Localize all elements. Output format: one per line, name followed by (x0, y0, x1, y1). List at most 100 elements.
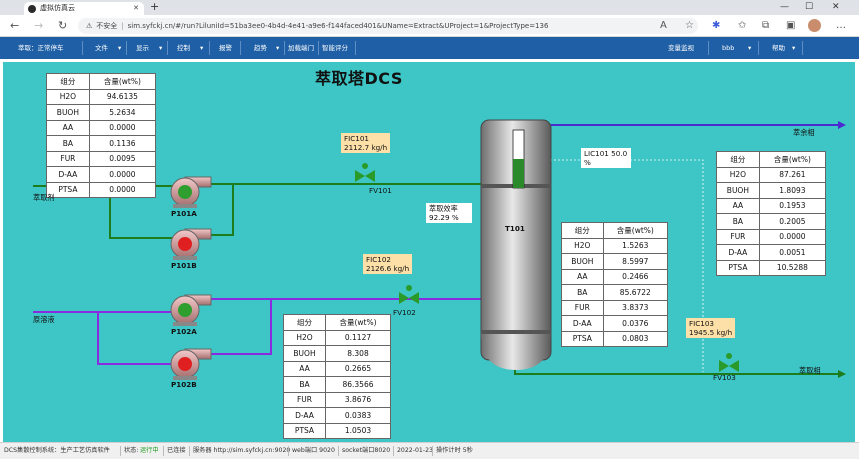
fic101-tag: FIC101 (344, 134, 369, 143)
value-cell: 0.0376 (602, 315, 669, 332)
component-cell: H2O (46, 88, 90, 105)
favorite-star-icon[interactable]: ☆ (685, 19, 694, 33)
table-header: 组分 含量(wt%) (561, 222, 669, 239)
table-row: AA 0.0000 (46, 119, 157, 136)
component-cell: D-AA (283, 407, 326, 424)
more-menu-icon[interactable]: … (836, 19, 846, 33)
favorites-icon[interactable]: ✩ (738, 19, 746, 33)
process-diagram: 萃取塔DCS 组分 含量(wt%) H2O 94.6135 BUOH 5.2634 A… (3, 62, 855, 442)
pump-p102b-label[interactable]: P102B (171, 380, 197, 389)
valve-fv103-label[interactable]: FV103 (713, 373, 736, 382)
component-cell: D-AA (716, 244, 760, 261)
socket-port: socket端口8020 (342, 447, 391, 454)
component-cell: H2O (283, 329, 326, 346)
forward-icon[interactable]: → (34, 18, 43, 34)
value-cell: 0.0803 (602, 330, 669, 347)
state-value: 运行中 (140, 447, 159, 454)
lic101-controller[interactable]: LIC101 50.0 % (581, 148, 631, 168)
minimize-icon[interactable]: — (780, 0, 789, 14)
menu-trend[interactable]: 趋势 (254, 37, 267, 59)
menu-alarm[interactable]: 报警 (219, 37, 232, 59)
fic102-tag: FIC102 (366, 255, 391, 264)
dropdown-arrow-icon: ▾ (118, 44, 122, 52)
menu-scoring[interactable]: 智能评分 (322, 37, 348, 59)
menu-file[interactable]: 文件 (95, 37, 108, 59)
component-cell: PTSA (283, 422, 326, 439)
component-cell: AA (46, 119, 90, 136)
extract-stream-label: 萃取相 (799, 366, 821, 375)
component-cell: BA (46, 135, 90, 152)
valve-fv102-label[interactable]: FV102 (393, 308, 416, 317)
table-row: BUOH 5.2634 (46, 104, 157, 121)
maximize-icon[interactable]: ☐ (805, 0, 813, 14)
pump-p101a-label[interactable]: P101A (171, 209, 197, 218)
value-cell: 94.6135 (88, 88, 157, 105)
pump-p102a-label[interactable]: P102A (171, 327, 197, 336)
read-aloud-icon[interactable]: A (660, 19, 667, 33)
value-cell: 0.0000 (88, 181, 157, 198)
table-row: H2O 94.6135 (46, 88, 157, 105)
value-cell: 0.1953 (758, 197, 827, 214)
extension-icon[interactable]: ✱ (712, 19, 720, 33)
fic103-controller[interactable]: FIC103 1945.5 kg/h (686, 318, 736, 338)
fic101-unit: kg/h (371, 143, 388, 152)
header-content: 含量(wt%) (602, 222, 669, 239)
address-bar: ← → ↻ ⚠ 不安全 | sim.syfckj.cn/#/run?LiluniId=… (0, 15, 859, 37)
pump-p101b-label[interactable]: P101B (171, 261, 197, 270)
component-cell: D-AA (561, 315, 604, 332)
value-cell: 3.8676 (325, 391, 391, 408)
solvent-stream-label: 萃取剂 (33, 193, 55, 202)
reload-icon[interactable]: ↻ (58, 18, 67, 34)
table-row: BUOH 8.308 (283, 345, 391, 362)
fic103-unit: kg/h (716, 328, 733, 337)
split-screen-icon[interactable]: ▣ (786, 19, 795, 33)
menu-variable-watch[interactable]: 变量监视 (668, 37, 694, 59)
state-label: 状态: (124, 447, 139, 454)
table-row: H2O 87.261 (716, 166, 827, 183)
table-row: FUR 0.0095 (46, 150, 157, 167)
pump-p101a-icon (170, 176, 212, 208)
valve-fv101-label[interactable]: FV101 (369, 186, 392, 195)
menu-control[interactable]: 控制 (177, 37, 190, 59)
menu-display[interactable]: 显示 (136, 37, 149, 59)
new-tab-icon[interactable]: + (150, 0, 159, 14)
table-row: PTSA 0.0803 (561, 330, 669, 347)
value-cell: 8.308 (325, 345, 391, 362)
url-field[interactable]: ⚠ 不安全 | sim.syfckj.cn/#/run?LiluniId=51ba3e… (78, 18, 698, 34)
table-row: BA 85.6722 (561, 284, 669, 301)
component-cell: BA (283, 376, 326, 393)
value-cell: 8.5997 (602, 253, 669, 270)
pump-p102b-icon (170, 348, 212, 380)
table-header: 组分 含量(wt%) (716, 151, 827, 168)
value-cell: 1.5263 (602, 237, 669, 254)
component-cell: H2O (716, 166, 760, 183)
fic101-controller[interactable]: FIC101 2112.7 kg/h (341, 133, 391, 153)
browser-tab[interactable]: 虚拟仿真云 ✕ (24, 2, 144, 15)
value-cell: 0.0383 (325, 407, 391, 424)
pump-p102a-icon (170, 294, 212, 326)
table-row: D-AA 0.0376 (561, 315, 669, 332)
run-status: 萃取：正常停车 (18, 44, 64, 52)
close-tab-icon[interactable]: ✕ (133, 2, 139, 15)
close-window-icon[interactable]: ✕ (832, 0, 840, 14)
raffinate-stream-label: 萃余相 (793, 128, 815, 137)
value-cell: 0.2005 (758, 213, 827, 230)
security-label: 不安全 (96, 22, 118, 30)
fic102-controller[interactable]: FIC102 2126.6 kg/h (363, 254, 413, 274)
component-cell: FUR (716, 228, 760, 245)
warning-icon: ⚠ (86, 22, 93, 30)
app-menu-bar: 萃取：正常停车 文件 ▾ 显示 ▾ 控制 ▾ 报警 趋势 ▾ 加载端门 智能评分 变量监… (0, 37, 859, 59)
table-row: PTSA 10.5288 (716, 259, 827, 276)
value-cell: 1.8093 (758, 182, 827, 199)
table-row: BA 0.2005 (716, 213, 827, 230)
menu-user[interactable]: bbb (722, 37, 734, 59)
feed-composition-table: 组分 含量(wt%) H2O 0.1127 BUOH 8.308 AA 0.2665 B… (283, 314, 391, 439)
page-title: 萃取塔DCS (315, 69, 403, 88)
collections-icon[interactable]: ⧉ (762, 19, 769, 33)
fic101-value: 2112.7 (344, 143, 370, 152)
profile-avatar[interactable] (808, 19, 821, 32)
table-header: 组分 含量(wt%) (46, 73, 157, 90)
menu-load[interactable]: 加载端门 (288, 37, 314, 59)
menu-help[interactable]: 帮助 (772, 37, 785, 59)
back-icon[interactable]: ← (10, 18, 19, 34)
